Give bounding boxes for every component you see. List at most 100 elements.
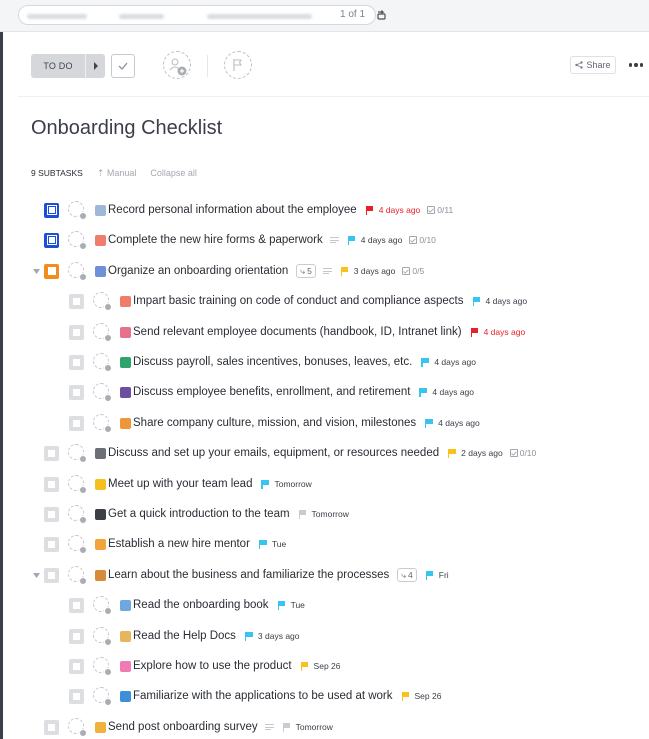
due-date[interactable]: 4 days ago <box>434 357 476 367</box>
priority-flag-icon[interactable] <box>244 631 253 641</box>
priority-flag-icon[interactable] <box>261 479 270 489</box>
status-square[interactable] <box>69 628 84 644</box>
due-date[interactable]: 4 days ago <box>379 205 421 215</box>
subtask-row[interactable]: Explore how to use the product Sep 26 <box>69 656 341 676</box>
priority-flag-icon[interactable] <box>300 661 309 671</box>
task-name[interactable]: Establish a new hire mentor <box>108 538 250 550</box>
checklist-progress[interactable]: 0/11 <box>427 205 453 215</box>
due-date[interactable]: 4 days ago <box>432 387 474 397</box>
due-date[interactable]: Tomorrow <box>312 509 349 519</box>
task-name[interactable]: Discuss and set up your emails, equipmen… <box>108 447 439 459</box>
assignee-avatar-icon[interactable] <box>93 414 112 433</box>
task-name[interactable]: Get a quick introduction to the team <box>108 508 290 520</box>
status-square[interactable] <box>44 232 59 248</box>
assignee-avatar-icon[interactable] <box>93 687 112 706</box>
subtask-row[interactable]: Familiarize with the applications to be … <box>69 686 441 706</box>
task-name[interactable]: Read the onboarding book <box>133 599 269 611</box>
status-square[interactable] <box>44 536 59 552</box>
task-name[interactable]: Send post onboarding survey <box>108 721 258 733</box>
due-date[interactable]: Sep 26 <box>314 661 341 671</box>
assignee-avatar-icon[interactable] <box>93 292 112 311</box>
priority-flag-icon[interactable] <box>472 296 481 306</box>
priority-flag-icon[interactable] <box>298 509 307 519</box>
status-square[interactable] <box>69 354 84 370</box>
priority-flag-icon[interactable] <box>277 600 286 610</box>
assignee-avatar-icon[interactable] <box>93 323 112 342</box>
due-date[interactable]: 3 days ago <box>258 631 300 641</box>
assignee-avatar-icon[interactable] <box>68 444 87 463</box>
assignee-avatar-icon[interactable] <box>68 231 87 250</box>
complete-button[interactable] <box>111 54 135 78</box>
task-name[interactable]: Impart basic training on code of conduct… <box>133 295 464 307</box>
assignee-avatar-icon[interactable] <box>68 505 87 524</box>
task-name[interactable]: Explore how to use the product <box>133 660 292 672</box>
due-date[interactable]: 4 days ago <box>438 418 480 428</box>
status-square[interactable] <box>69 658 84 674</box>
due-date[interactable]: 4 days ago <box>361 235 403 245</box>
task-name[interactable]: Discuss payroll, sales incentives, bonus… <box>133 356 412 368</box>
assignee-avatar-icon[interactable] <box>93 657 112 676</box>
due-date[interactable]: Tomorrow <box>296 722 333 732</box>
next-status-icon[interactable] <box>85 54 105 78</box>
checklist-progress[interactable]: 0/10 <box>509 448 536 458</box>
assignee-avatar-icon[interactable] <box>68 566 87 585</box>
assignee-avatar-icon[interactable] <box>93 596 112 615</box>
task-row[interactable]: Meet up with your team lead Tomorrow <box>44 474 312 494</box>
subtask-row[interactable]: Discuss employee benefits, enrollment, a… <box>69 382 474 402</box>
status-square[interactable] <box>44 719 59 735</box>
task-name[interactable]: Record personal information about the em… <box>108 204 357 216</box>
status-square[interactable] <box>69 597 84 613</box>
task-name[interactable]: Share company culture, mission, and visi… <box>133 417 416 429</box>
task-row[interactable]: Organize an onboarding orientation ⤷ 5 3 da… <box>32 261 424 281</box>
status-square[interactable] <box>44 263 59 279</box>
priority-flag-icon[interactable] <box>401 691 410 701</box>
status-square[interactable] <box>44 476 59 492</box>
priority-flag-icon[interactable] <box>470 327 479 337</box>
collapse-all-link[interactable]: Collapse all <box>150 168 197 178</box>
task-row[interactable]: Complete the new hire forms & paperwork 4… <box>44 230 436 250</box>
subtask-count-pill[interactable]: ⤷ 5 <box>296 264 316 278</box>
assignee-avatar-icon[interactable] <box>68 201 87 220</box>
status-square[interactable] <box>69 415 84 431</box>
assignee-avatar-icon[interactable] <box>93 627 112 646</box>
assignee-avatar-icon[interactable] <box>68 262 87 281</box>
due-date[interactable]: 4 days ago <box>484 327 526 337</box>
priority-flag-icon[interactable] <box>425 570 434 580</box>
due-date[interactable]: Tomorrow <box>274 479 311 489</box>
priority-flag-icon[interactable] <box>282 722 291 732</box>
checklist-progress[interactable]: 0/5 <box>402 266 424 276</box>
task-row[interactable]: Get a quick introduction to the team Tomo… <box>44 504 349 524</box>
assignee-avatar-icon[interactable] <box>68 718 87 737</box>
task-name[interactable]: Discuss employee benefits, enrollment, a… <box>133 386 410 398</box>
status-square[interactable] <box>44 202 59 218</box>
task-name[interactable]: Learn about the business and familiarize… <box>108 569 389 581</box>
assignee-avatar-icon[interactable] <box>68 535 87 554</box>
due-date[interactable]: 3 days ago <box>354 266 396 276</box>
more-options-icon[interactable] <box>626 56 646 74</box>
subtask-row[interactable]: Discuss payroll, sales incentives, bonus… <box>69 352 476 372</box>
due-date[interactable]: Tue <box>272 539 286 549</box>
subtask-row[interactable]: Read the onboarding book Tue <box>69 595 305 615</box>
due-date[interactable]: Tue <box>291 600 305 610</box>
priority-flag-icon[interactable] <box>340 266 349 276</box>
due-date[interactable]: Sep 26 <box>415 691 442 701</box>
task-row[interactable]: Record personal information about the em… <box>44 200 453 220</box>
status-square[interactable] <box>69 293 84 309</box>
assignee-avatar-icon[interactable] <box>68 475 87 494</box>
assignee-avatar-icon[interactable] <box>93 353 112 372</box>
subtask-row[interactable]: Impart basic training on code of conduct… <box>69 291 527 311</box>
location-bar[interactable]: 1 of 1 <box>18 5 386 25</box>
assignee-avatar-icon[interactable] <box>93 383 112 402</box>
status-square[interactable] <box>44 445 59 461</box>
status-square[interactable] <box>69 384 84 400</box>
priority-flag-icon[interactable] <box>419 387 428 397</box>
priority-flag-icon[interactable] <box>258 539 267 549</box>
priority-flag-icon[interactable] <box>365 205 374 215</box>
priority-flag-icon[interactable] <box>347 235 356 245</box>
priority-flag-icon[interactable] <box>421 357 430 367</box>
task-row[interactable]: Send post onboarding survey Tomorrow <box>44 717 333 737</box>
priority-flag-icon[interactable] <box>448 448 456 458</box>
expand-caret-icon[interactable] <box>31 266 41 276</box>
status-square[interactable] <box>69 688 84 704</box>
subtask-row[interactable]: Read the Help Docs 3 days ago <box>69 626 300 646</box>
